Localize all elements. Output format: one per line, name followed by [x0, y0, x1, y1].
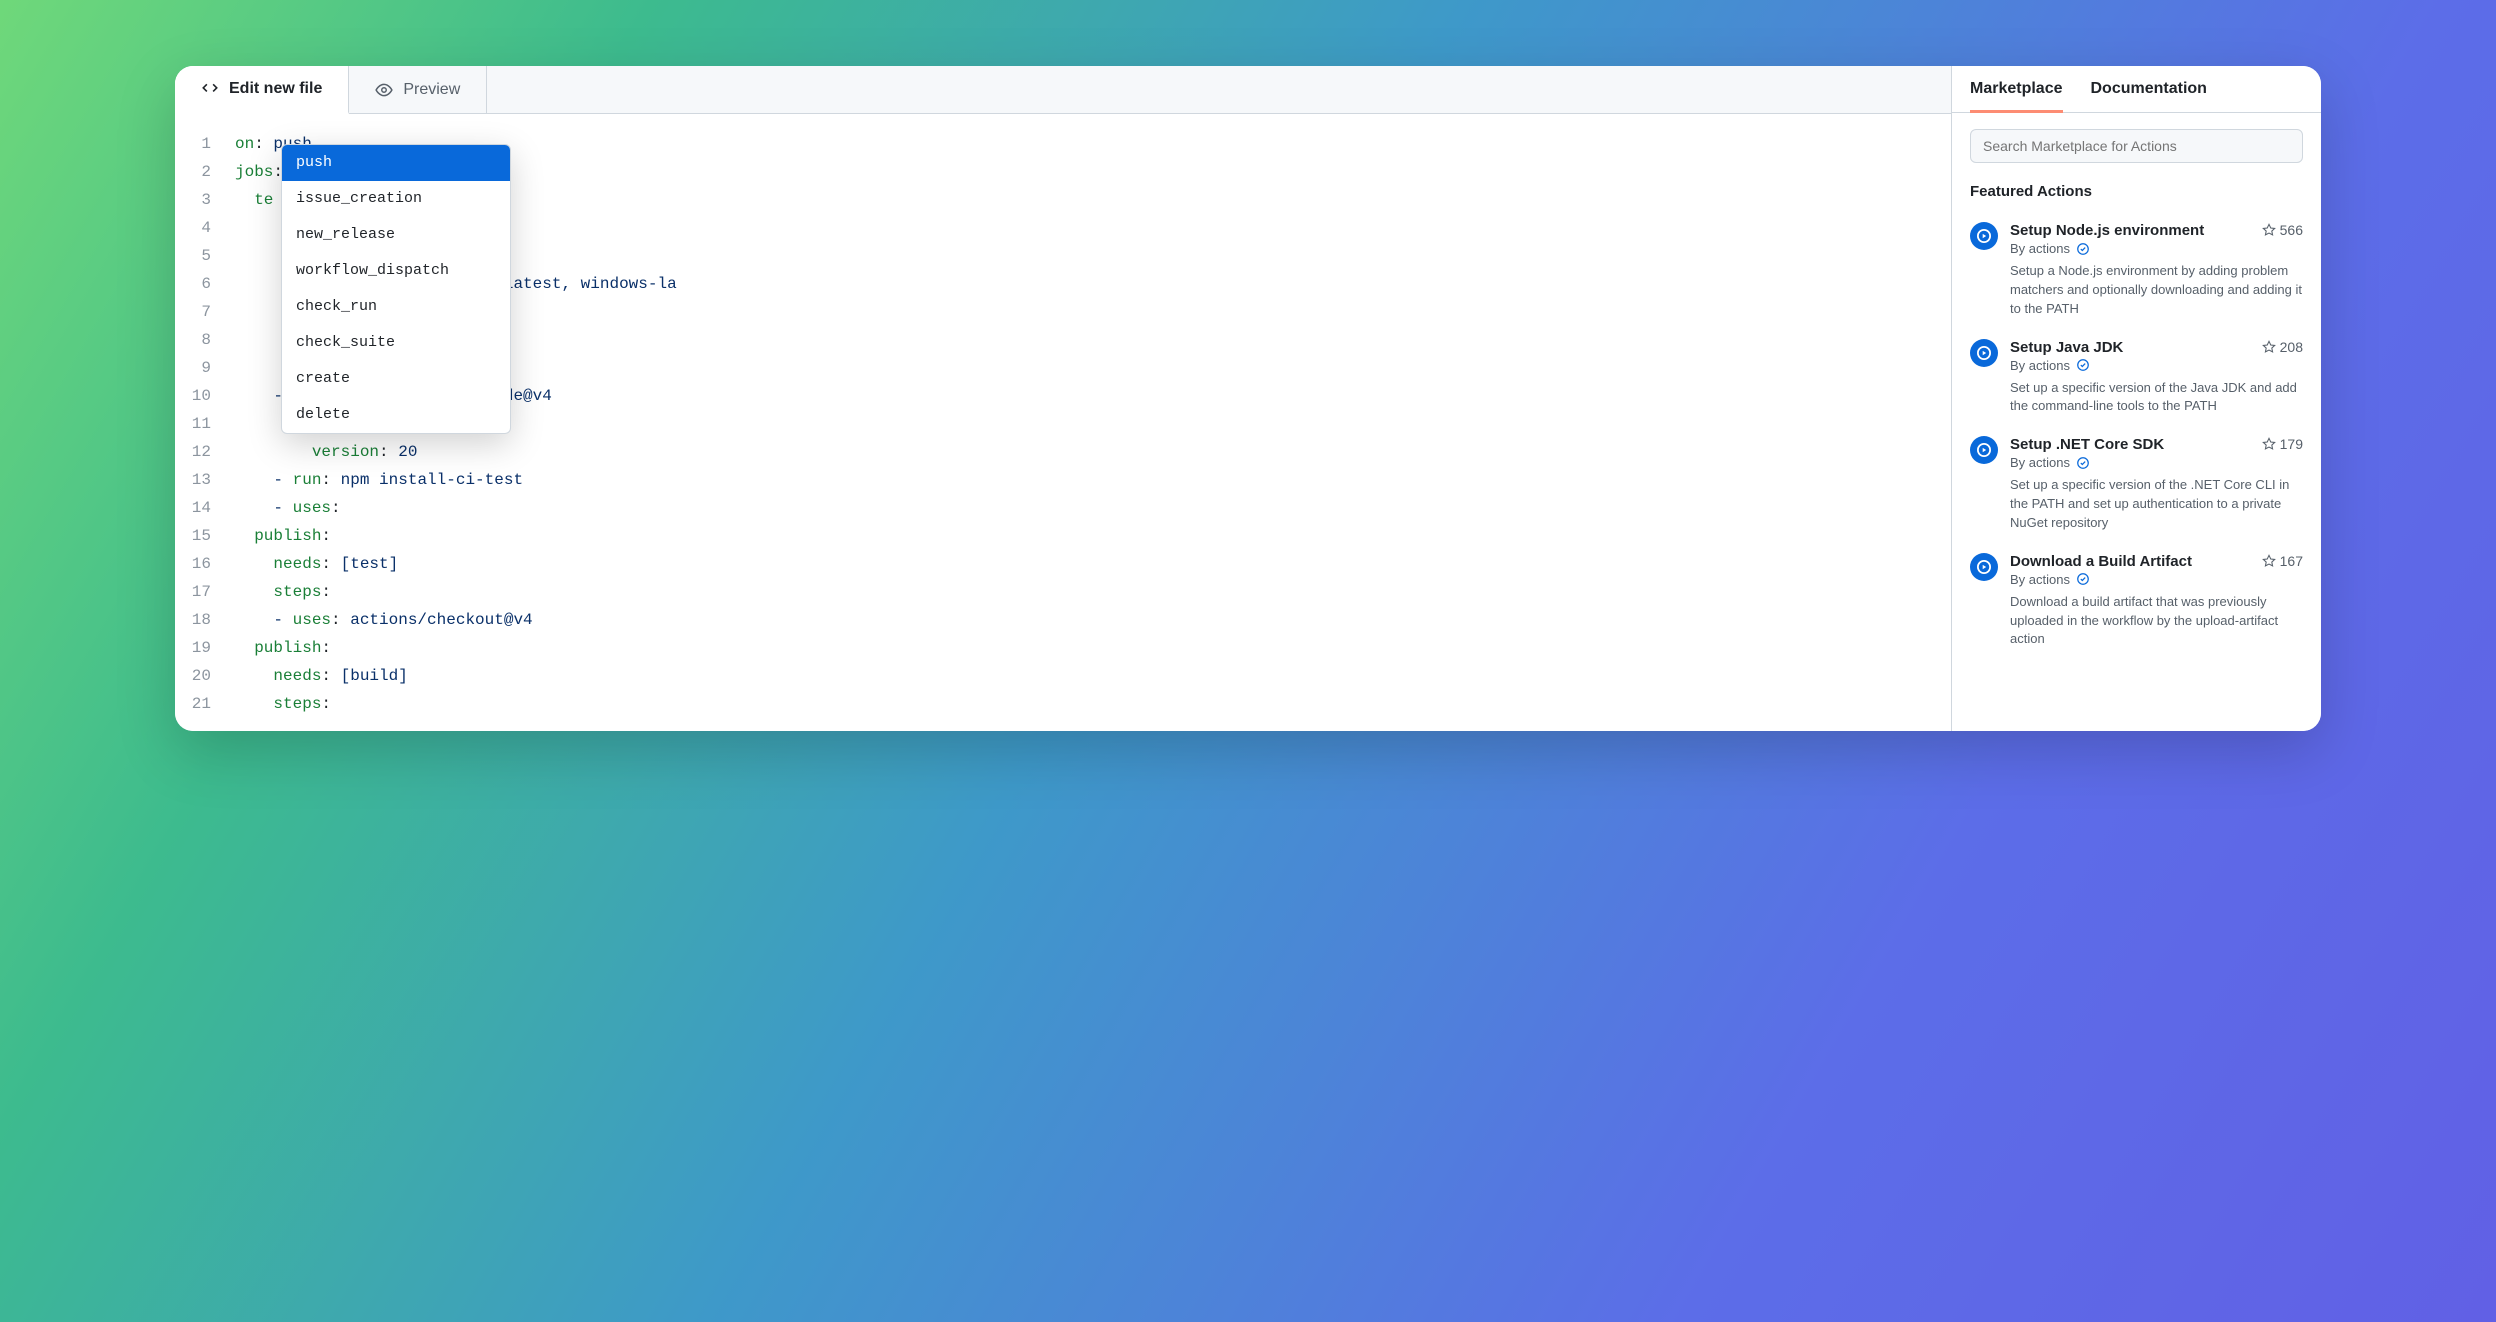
action-byline: By actions	[2010, 358, 2303, 373]
autocomplete-option[interactable]: workflow_dispatch	[282, 253, 510, 289]
action-item[interactable]: Download a Build Artifact 167 By actions…	[1970, 543, 2303, 660]
code-line[interactable]: publish:	[235, 522, 1951, 550]
eye-icon	[375, 81, 393, 99]
action-title: Setup .NET Core SDK	[2010, 436, 2164, 453]
side-tab-row: Marketplace Documentation	[1952, 66, 2321, 113]
code-line[interactable]: steps:	[235, 578, 1951, 606]
autocomplete-option[interactable]: new_release	[282, 217, 510, 253]
autocomplete-option[interactable]: check_suite	[282, 325, 510, 361]
action-stars[interactable]: 167	[2262, 553, 2303, 569]
code-line[interactable]: version: 20	[235, 438, 1951, 466]
action-byline: By actions	[2010, 241, 2303, 256]
autocomplete-option[interactable]: delete	[282, 397, 510, 433]
editor-window: Edit new file Preview 123456789101112131…	[175, 66, 2321, 731]
action-play-icon	[1970, 222, 1998, 250]
code-line[interactable]: - uses: actions/checkout@v4	[235, 606, 1951, 634]
action-stars[interactable]: 566	[2262, 222, 2303, 238]
autocomplete-popup[interactable]: pushissue_creationnew_releaseworkflow_di…	[281, 144, 511, 434]
star-count: 167	[2280, 553, 2303, 569]
featured-actions-list: Setup Node.js environment 566 By actions…	[1970, 212, 2303, 659]
tab-preview[interactable]: Preview	[349, 66, 487, 113]
action-byline: By actions	[2010, 572, 2303, 587]
action-byline: By actions	[2010, 455, 2303, 470]
featured-actions-title: Featured Actions	[1970, 183, 2303, 200]
action-play-icon	[1970, 436, 1998, 464]
action-title: Download a Build Artifact	[2010, 553, 2192, 570]
tab-edit-label: Edit new file	[229, 80, 322, 98]
action-play-icon	[1970, 553, 1998, 581]
marketplace-search-input[interactable]	[1970, 129, 2303, 163]
star-count: 566	[2280, 222, 2303, 238]
tab-edit-file[interactable]: Edit new file	[175, 66, 349, 114]
action-item[interactable]: Setup Node.js environment 566 By actions…	[1970, 212, 2303, 329]
tab-preview-label: Preview	[403, 81, 460, 99]
action-body: Setup .NET Core SDK 179 By actions Set u…	[2010, 436, 2303, 533]
verified-icon	[2076, 456, 2090, 470]
action-description: Setup a Node.js environment by adding pr…	[2010, 262, 2303, 319]
code-icon	[201, 80, 219, 98]
action-item[interactable]: Setup .NET Core SDK 179 By actions Set u…	[1970, 426, 2303, 543]
code-line[interactable]: - run: npm install-ci-test	[235, 466, 1951, 494]
action-body: Setup Java JDK 208 By actions Set up a s…	[2010, 339, 2303, 417]
action-title: Setup Java JDK	[2010, 339, 2123, 356]
autocomplete-option[interactable]: create	[282, 361, 510, 397]
star-icon	[2262, 340, 2276, 354]
marketplace-pane: Marketplace Documentation Featured Actio…	[1951, 66, 2321, 731]
action-description: Set up a specific version of the .NET Co…	[2010, 476, 2303, 533]
tab-marketplace[interactable]: Marketplace	[1970, 80, 2063, 113]
star-icon	[2262, 437, 2276, 451]
code-editor[interactable]: 123456789101112131415161718192021 on: pu…	[175, 114, 1951, 731]
action-stars[interactable]: 208	[2262, 339, 2303, 355]
code-line[interactable]: publish:	[235, 634, 1951, 662]
verified-icon	[2076, 242, 2090, 256]
action-item[interactable]: Setup Java JDK 208 By actions Set up a s…	[1970, 329, 2303, 427]
side-body: Featured Actions Setup Node.js environme…	[1952, 113, 2321, 731]
code-line[interactable]: needs: [test]	[235, 550, 1951, 578]
autocomplete-option[interactable]: issue_creation	[282, 181, 510, 217]
action-body: Download a Build Artifact 167 By actions…	[2010, 553, 2303, 650]
line-gutter: 123456789101112131415161718192021	[175, 130, 223, 731]
star-count: 208	[2280, 339, 2303, 355]
editor-tab-row: Edit new file Preview	[175, 66, 1951, 114]
action-description: Download a build artifact that was previ…	[2010, 593, 2303, 650]
star-icon	[2262, 554, 2276, 568]
action-stars[interactable]: 179	[2262, 436, 2303, 452]
editor-pane: Edit new file Preview 123456789101112131…	[175, 66, 1951, 731]
autocomplete-option[interactable]: check_run	[282, 289, 510, 325]
action-description: Set up a specific version of the Java JD…	[2010, 379, 2303, 417]
code-line[interactable]: - uses:	[235, 494, 1951, 522]
autocomplete-option[interactable]: push	[282, 145, 510, 181]
verified-icon	[2076, 358, 2090, 372]
verified-icon	[2076, 572, 2090, 586]
tab-documentation[interactable]: Documentation	[2091, 80, 2207, 112]
action-play-icon	[1970, 339, 1998, 367]
star-count: 179	[2280, 436, 2303, 452]
code-line[interactable]: steps:	[235, 690, 1951, 718]
star-icon	[2262, 223, 2276, 237]
action-body: Setup Node.js environment 566 By actions…	[2010, 222, 2303, 319]
code-line[interactable]: needs: [build]	[235, 662, 1951, 690]
action-title: Setup Node.js environment	[2010, 222, 2204, 239]
